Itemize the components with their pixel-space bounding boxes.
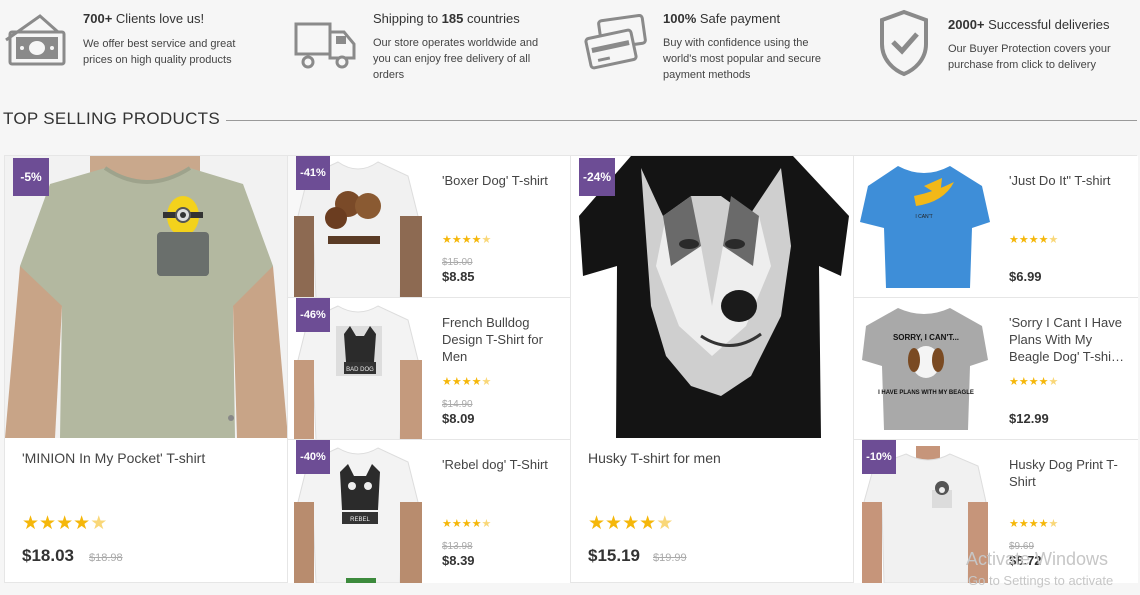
shirt-print-text: I HAVE PLANS WITH MY BEAGLE	[878, 390, 974, 396]
product-name[interactable]: 'MINION In My Pocket' T-shirt	[22, 450, 272, 467]
activate-windows-watermark: Activate Windows	[966, 549, 1109, 569]
rating-stars: ★★★★★	[1009, 234, 1059, 246]
feature-desc: Our store operates worldwide and you can…	[373, 37, 539, 81]
product-card-just-do-it[interactable]: I CAN'T 'Just Do It" T-shirt ★★★★★ $6.99	[854, 156, 1138, 298]
product-name[interactable]: 'Sorry I Cant I Have Plans With My Beagl…	[1009, 314, 1129, 365]
product-old-price: $13.98	[442, 541, 473, 552]
product-image[interactable]: I CAN'T	[854, 156, 994, 298]
discount-badge: -24%	[579, 158, 615, 196]
product-price: $8.09	[442, 411, 475, 426]
product-price: $8.39	[442, 553, 475, 568]
discount-badge: -10%	[862, 440, 896, 474]
product-image[interactable]	[571, 156, 854, 438]
shirt-print-text: REBEL	[350, 517, 370, 523]
rating-stars: ★★★★★	[1009, 376, 1059, 388]
rating-stars: ★★★★★	[1009, 518, 1059, 530]
shield-check-icon	[880, 9, 928, 77]
product-card-rebel-dog[interactable]: -40% REBEL 'Rebel dog' T-Shirt ★★★★★ $13…	[288, 440, 571, 583]
product-card-french-bulldog[interactable]: -46% BAD DOG French Bulldog Design T-Shi…	[288, 298, 571, 440]
product-grid: -5% 'MINION In My Pocket' T-shirt ★★★★★ …	[4, 155, 1138, 583]
product-name[interactable]: 'Just Do It" T-shirt	[1009, 172, 1129, 189]
discount-badge: -40%	[296, 440, 330, 474]
rating-stars: ★★★★★	[588, 513, 674, 534]
product-price: $12.99	[1009, 411, 1049, 426]
product-name[interactable]: Husky T-shirt for men	[588, 450, 838, 467]
section-divider	[226, 120, 1137, 121]
section-title: TOP SELLING PRODUCTS	[3, 109, 220, 128]
rating-stars: ★★★★★	[442, 234, 492, 246]
feature-title: 2000+ Successful deliveries	[948, 17, 1110, 32]
feature-desc: We offer best service and great prices o…	[83, 38, 236, 66]
product-card-beagle[interactable]: SORRY, I CAN'T... I HAVE PLANS WITH MY B…	[854, 298, 1138, 440]
product-price: $8.85	[442, 269, 475, 284]
product-card-minion[interactable]: -5% 'MINION In My Pocket' T-shirt ★★★★★ …	[5, 156, 288, 583]
product-name[interactable]: Husky Dog Print T-Shirt	[1009, 456, 1124, 490]
product-name[interactable]: 'Boxer Dog' T-shirt	[442, 172, 562, 189]
product-old-price: $15.00	[442, 257, 473, 268]
product-image[interactable]	[5, 156, 288, 438]
product-price: $6.99	[1009, 269, 1042, 284]
feature-desc: Buy with confidence using the world's mo…	[663, 37, 822, 81]
truck-icon	[294, 22, 356, 69]
feature-title: 700+ Clients love us!	[83, 11, 205, 26]
feature-desc: Our Buyer Protection covers your purchas…	[948, 43, 1111, 71]
shirt-print-text: BAD DOG	[346, 367, 374, 373]
product-price: $15.19	[588, 546, 640, 565]
discount-badge: -5%	[13, 158, 49, 196]
discount-badge: -46%	[296, 298, 330, 332]
product-price: $18.03	[22, 546, 74, 565]
product-name[interactable]: French Bulldog Design T-Shirt for Men	[442, 314, 557, 365]
feature-title: Shipping to 185 countries	[373, 11, 520, 26]
rating-stars: ★★★★★	[442, 376, 492, 388]
product-old-price: $14.90	[442, 399, 473, 410]
credit-cards-icon	[584, 14, 647, 70]
money-icon	[5, 14, 66, 66]
rating-stars: ★★★★★	[442, 518, 492, 530]
product-name[interactable]: 'Rebel dog' T-Shirt	[442, 456, 562, 473]
product-card-boxer-dog[interactable]: -41% 'Boxer Dog' T-shirt ★★★★★ $15.00 $8…	[288, 156, 571, 298]
discount-badge: -41%	[296, 156, 330, 190]
product-card-husky[interactable]: -24% Husky T-shirt for men ★★★★★ $15.19 …	[571, 156, 854, 583]
shirt-print-text: I CAN'T	[915, 214, 932, 220]
product-old-price: $19.99	[653, 552, 687, 564]
features-bar: 700+ Clients love us! We offer best serv…	[0, 0, 1140, 95]
product-image[interactable]: SORRY, I CAN'T... I HAVE PLANS WITH MY B…	[854, 298, 994, 440]
activate-windows-hint: Go to Settings to activate	[968, 573, 1114, 588]
rating-stars: ★★★★★	[22, 513, 108, 534]
feature-title: 100% Safe payment	[663, 11, 781, 26]
product-old-price: $18.98	[89, 552, 123, 564]
shirt-print-text: SORRY, I CAN'T...	[893, 333, 959, 342]
